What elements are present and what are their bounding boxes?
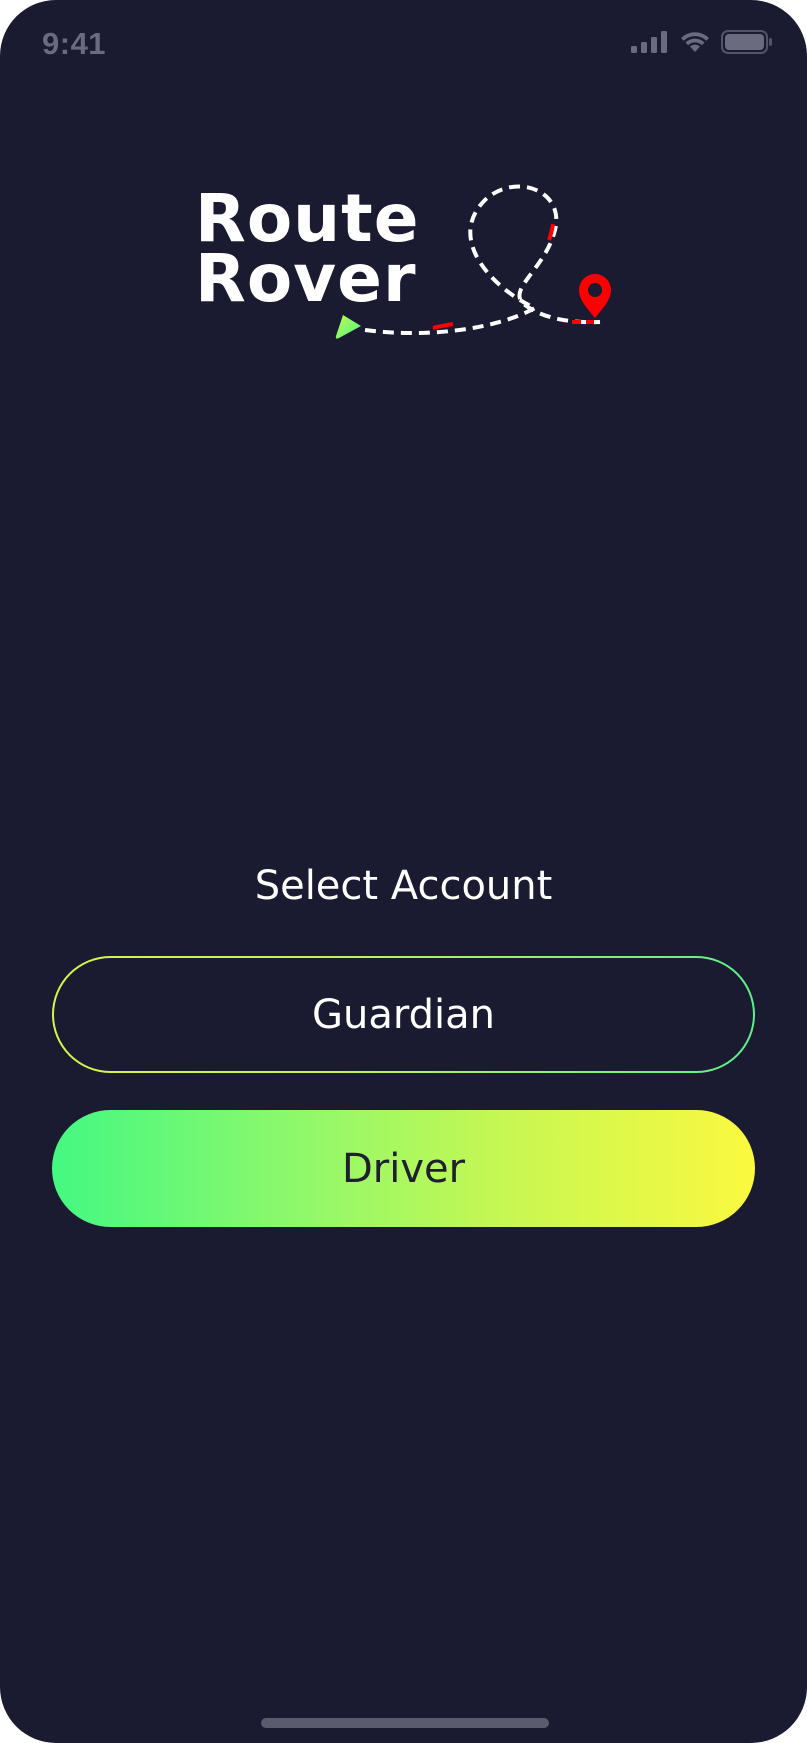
driver-button[interactable]: Driver: [52, 1110, 755, 1227]
route-path-graphic: [335, 184, 611, 339]
guardian-button[interactable]: Guardian: [52, 956, 755, 1073]
wifi-icon: [681, 32, 709, 52]
app-screen: 9:41 Route Rover Select Account Guardian…: [0, 0, 807, 1743]
location-pin-icon: [579, 274, 611, 318]
status-time: 9:41: [42, 26, 107, 61]
battery-icon: [721, 30, 772, 54]
guardian-button-label: Guardian: [312, 991, 495, 1038]
start-arrow-icon: [335, 315, 361, 339]
driver-button-label: Driver: [341, 1145, 466, 1192]
home-indicator[interactable]: [261, 1718, 549, 1728]
select-account-title: Select Account: [254, 863, 553, 909]
cellular-signal-icon: [631, 31, 667, 53]
status-bar: 9:41: [0, 0, 807, 96]
route-rover-logo: Route Rover: [195, 180, 615, 350]
status-icons: [631, 30, 773, 54]
